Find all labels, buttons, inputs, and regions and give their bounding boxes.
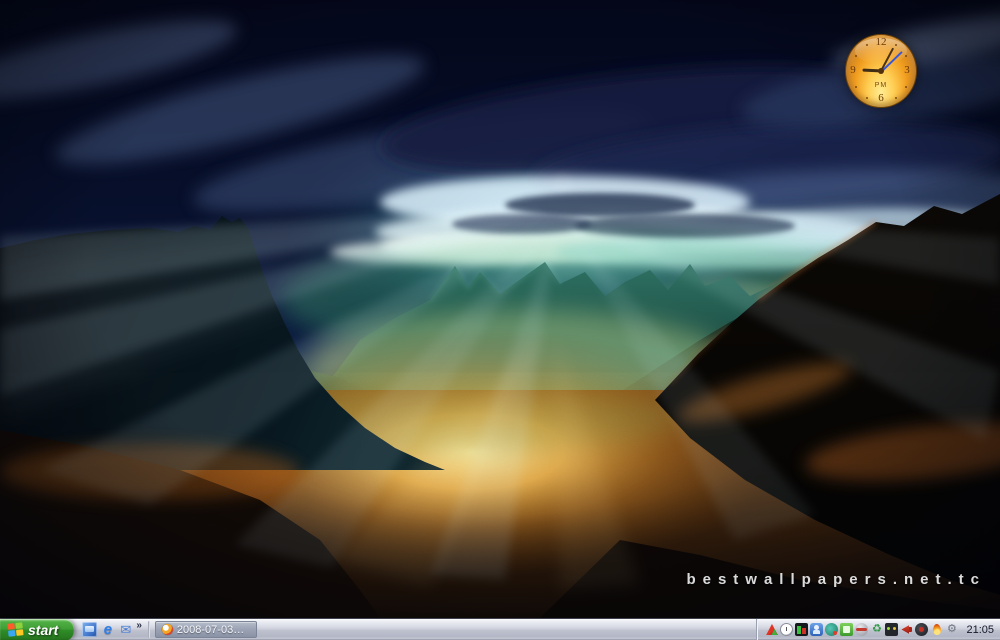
quick-launch-bar: e ✉ » — [74, 619, 146, 640]
shield-tray-icon[interactable] — [855, 623, 868, 636]
start-button-label: start — [28, 622, 58, 638]
outlook-express-icon[interactable]: ✉ — [118, 622, 133, 637]
camera-tray-icon[interactable] — [915, 623, 928, 636]
green-window-tray-icon[interactable] — [840, 623, 853, 636]
clock-tick — [895, 97, 897, 99]
taskbar-window-button-label: 2008-07-03_20... — [177, 624, 250, 636]
taskbar-separator — [148, 621, 150, 638]
clock-tray-icon[interactable] — [780, 623, 793, 636]
taskbar: start e ✉ » 2008-07-03_20... ♻ — [0, 618, 1000, 640]
messenger-tray-icon[interactable] — [810, 623, 823, 636]
flame-tray-icon[interactable] — [930, 623, 943, 636]
gear-tray-icon[interactable]: ⚙ — [945, 623, 958, 636]
clock-tick — [866, 97, 868, 99]
clock-tick — [905, 86, 907, 88]
windows-logo-icon — [7, 622, 23, 637]
tray-clock[interactable]: 21:05 — [966, 624, 994, 636]
clock-number-6: 6 — [874, 93, 888, 104]
clock-tick — [895, 44, 897, 46]
start-button[interactable]: start — [0, 619, 74, 640]
show-desktop-icon[interactable] — [82, 622, 97, 637]
wallpaper-watermark: bestwallpapers.net.tc — [686, 571, 986, 588]
volume-horn-tray-icon[interactable] — [900, 623, 913, 636]
teal-app-tray-icon[interactable] — [825, 623, 838, 636]
recycle-tray-icon[interactable]: ♻ — [870, 623, 883, 636]
clock-tick — [905, 55, 907, 57]
system-monitor-tray-icon[interactable] — [795, 623, 808, 636]
taskbar-empty-area — [260, 619, 757, 640]
clock-hub — [878, 68, 884, 74]
clock-tick — [855, 55, 857, 57]
clock-tick — [855, 86, 857, 88]
quick-launch-overflow-chevron-icon[interactable]: » — [136, 621, 142, 631]
desktop[interactable]: bestwallpapers.net.tc 12 3 6 9 PM start — [0, 0, 1000, 640]
clock-number-3: 3 — [900, 65, 914, 76]
system-tray: ♻ ⚙ 21:05 — [756, 619, 1000, 640]
internet-explorer-icon[interactable]: e — [100, 622, 115, 637]
media-tray-icon[interactable] — [885, 623, 898, 636]
red-triangle-tray-icon[interactable] — [765, 623, 778, 636]
image-viewer-icon — [162, 624, 173, 635]
clock-number-12: 12 — [874, 37, 888, 48]
clock-tick — [866, 44, 868, 46]
clock-number-9: 9 — [846, 65, 860, 76]
taskbar-window-button[interactable]: 2008-07-03_20... — [155, 621, 257, 638]
clock-gadget[interactable]: 12 3 6 9 PM — [845, 34, 917, 108]
